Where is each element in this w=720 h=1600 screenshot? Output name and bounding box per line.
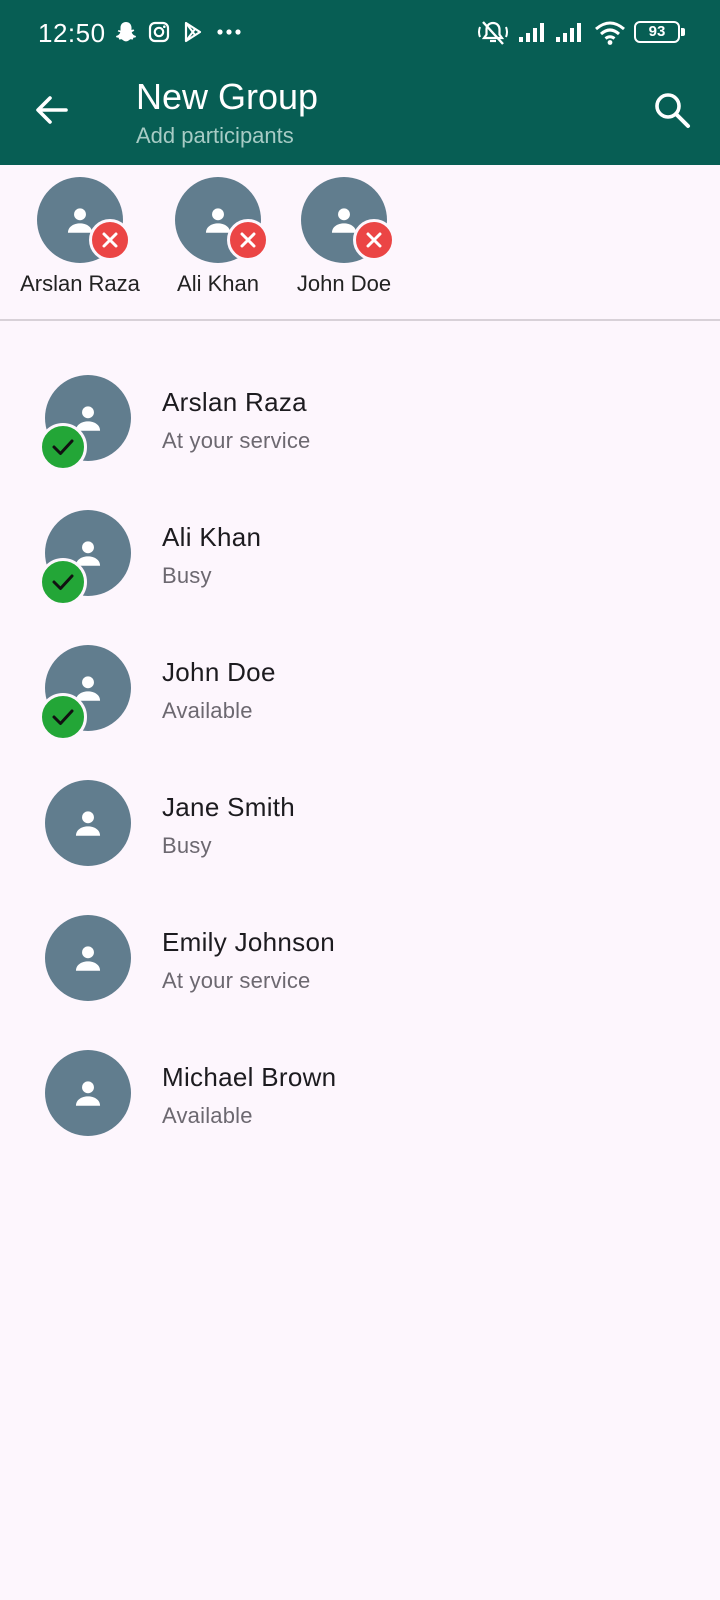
instagram-icon bbox=[148, 21, 170, 43]
person-icon bbox=[75, 811, 101, 836]
contact-row[interactable]: Arslan Raza At your service bbox=[0, 362, 720, 497]
status-bar: 12:50 93 bbox=[0, 0, 720, 64]
contact-status: Busy bbox=[162, 563, 212, 588]
page-subtitle: Add participants bbox=[136, 123, 294, 148]
muted-bell-icon bbox=[478, 21, 508, 45]
contact-row[interactable]: Ali Khan Busy bbox=[0, 497, 720, 632]
contact-name: Emily Johnson bbox=[162, 927, 335, 957]
contact-list: Arslan Raza At your service Ali Khan Bus… bbox=[0, 362, 720, 1172]
contact-row[interactable]: Emily Johnson At your service bbox=[0, 902, 720, 1037]
divider bbox=[0, 319, 720, 321]
person-icon bbox=[75, 1081, 101, 1106]
selected-participants: Arslan Raza Ali Khan John Doe bbox=[0, 165, 720, 320]
signal-icon-2 bbox=[556, 23, 581, 42]
selected-chip: Ali Khan bbox=[163, 177, 273, 297]
contact-name: Michael Brown bbox=[162, 1062, 337, 1092]
remove-participant-button[interactable] bbox=[353, 219, 395, 261]
contact-name: Jane Smith bbox=[162, 792, 296, 822]
checkmark-icon bbox=[52, 439, 74, 455]
app-bar: New Group Add participants bbox=[0, 64, 720, 165]
selected-chip-name: John Doe bbox=[296, 271, 392, 296]
avatar bbox=[45, 915, 131, 1001]
avatar bbox=[45, 1050, 131, 1136]
battery-indicator: 93 bbox=[634, 21, 685, 43]
checkmark-icon bbox=[52, 574, 74, 590]
contact-status: Available bbox=[162, 698, 253, 723]
contact-status: Available bbox=[162, 1103, 253, 1128]
contact-row[interactable]: Michael Brown Available bbox=[0, 1037, 720, 1172]
selected-check-badge bbox=[39, 558, 87, 606]
selected-chip-name: Arslan Raza bbox=[20, 271, 140, 296]
selected-check-badge bbox=[39, 693, 87, 741]
close-icon bbox=[366, 232, 382, 248]
status-time: 12:50 bbox=[38, 18, 106, 48]
signal-icon-1 bbox=[519, 23, 544, 42]
page-title: New Group bbox=[136, 76, 319, 117]
contact-status: Busy bbox=[162, 833, 212, 858]
contact-row[interactable]: Jane Smith Busy bbox=[0, 767, 720, 902]
contact-status: At your service bbox=[162, 968, 311, 993]
remove-participant-button[interactable] bbox=[89, 219, 131, 261]
selected-chip: Arslan Raza bbox=[16, 177, 144, 297]
play-store-icon bbox=[184, 21, 202, 43]
contact-row[interactable]: John Doe Available bbox=[0, 632, 720, 767]
back-arrow-icon[interactable] bbox=[30, 88, 74, 132]
selected-chip: John Doe bbox=[287, 177, 401, 297]
close-icon bbox=[102, 232, 118, 248]
person-icon bbox=[75, 946, 101, 971]
contact-name: John Doe bbox=[162, 657, 276, 687]
contact-status: At your service bbox=[162, 428, 311, 453]
selected-chip-name: Ali Khan bbox=[177, 271, 259, 296]
wifi-icon bbox=[595, 21, 625, 45]
close-icon bbox=[240, 232, 256, 248]
contact-name: Ali Khan bbox=[162, 522, 262, 552]
contact-name: Arslan Raza bbox=[162, 387, 307, 417]
more-notifications-icon bbox=[217, 29, 241, 35]
avatar bbox=[45, 780, 131, 866]
remove-participant-button[interactable] bbox=[227, 219, 269, 261]
checkmark-icon bbox=[52, 709, 74, 725]
search-icon[interactable] bbox=[650, 88, 694, 132]
snapchat-icon bbox=[116, 22, 136, 42]
selected-check-badge bbox=[39, 423, 87, 471]
